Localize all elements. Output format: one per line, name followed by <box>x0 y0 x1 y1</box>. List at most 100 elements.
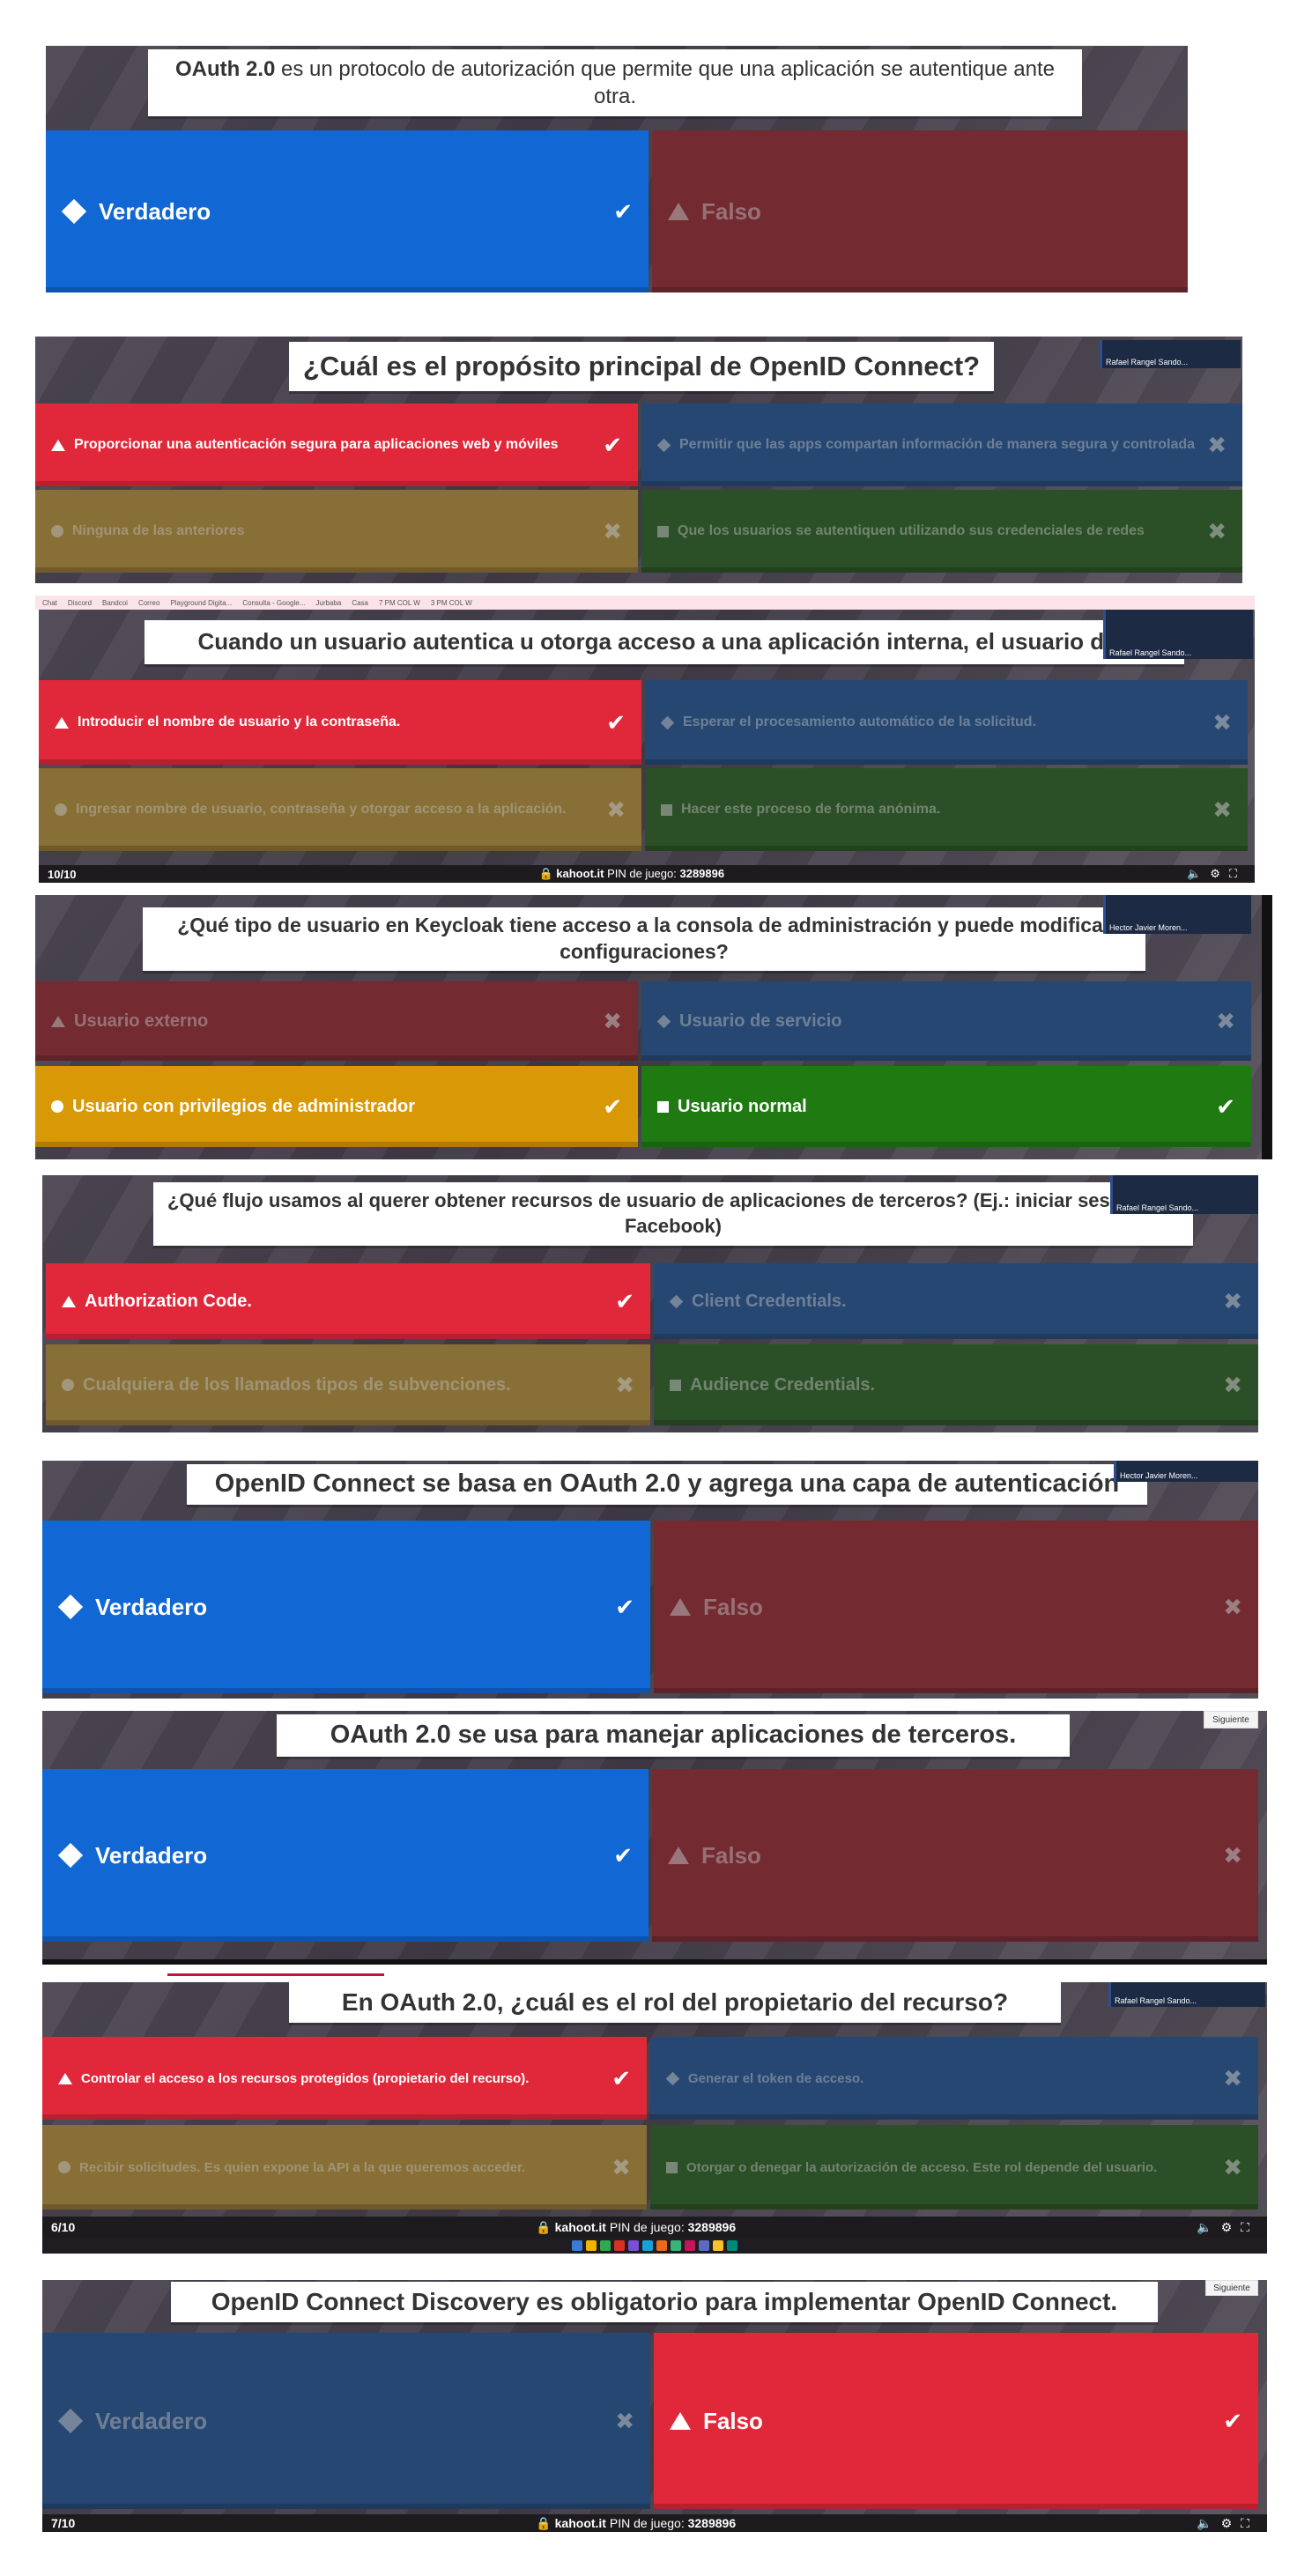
answer-false[interactable]: Falso ✖ <box>652 1769 1258 1942</box>
bookmark-item[interactable]: Bandcoi <box>102 599 128 607</box>
taskbar-app-icon[interactable] <box>727 2240 737 2251</box>
os-taskbar <box>42 2238 1267 2254</box>
diamond-icon <box>57 2408 84 2434</box>
answer-true[interactable]: Verdadero ✔ <box>42 1521 650 1693</box>
participant-camera: Hector Javier Moren... <box>1114 1461 1258 1482</box>
answer-label: Falso <box>701 1841 761 1869</box>
answer-1[interactable]: Introducir el nombre de usuario y la con… <box>39 680 641 765</box>
answer-4[interactable]: Audience Credentials. ✖ <box>654 1344 1258 1425</box>
taskbar-app-icon[interactable] <box>671 2240 681 2251</box>
player-controls[interactable]: 🔈⚙⛶ <box>1187 867 1246 881</box>
check-icon: ✔ <box>603 431 622 458</box>
answer-label: Authorization Code. <box>85 1291 252 1311</box>
answer-false[interactable]: Falso ✖ <box>654 1521 1258 1693</box>
answer-label: Client Credentials. <box>692 1291 847 1311</box>
triangle-icon <box>51 1015 65 1027</box>
bookmark-item[interactable]: Jurbaba <box>315 599 341 607</box>
answer-label: Falso <box>703 2407 763 2434</box>
answer-label: Verdadero <box>95 1593 208 1620</box>
question-counter: 7/10 <box>51 2516 76 2530</box>
answer-2[interactable]: Client Credentials. ✖ <box>654 1263 1258 1339</box>
cross-icon: ✖ <box>615 1371 634 1398</box>
cross-icon: ✖ <box>1212 708 1232 736</box>
taskbar-app-icon[interactable] <box>713 2240 723 2251</box>
answer-3[interactable]: Recibir solicitudes. Es quien expone la … <box>42 2125 647 2210</box>
participant-camera: Rafael Rangel Sando... <box>1103 610 1253 659</box>
next-button[interactable]: Siguiente <box>1204 1711 1258 1728</box>
cross-icon: ✖ <box>1223 2064 1242 2091</box>
answer-4[interactable]: Que los usuarios se autentiquen utilizan… <box>641 490 1242 573</box>
answer-true[interactable]: Verdadero ✖ <box>42 2333 650 2509</box>
answer-1[interactable]: Proporcionar una autenticación segura pa… <box>35 403 638 486</box>
answer-1[interactable]: Authorization Code. ✔ <box>46 1263 650 1339</box>
bookmark-item[interactable]: 7 PM COL W <box>379 599 420 607</box>
bookmark-item[interactable]: Discord <box>68 599 92 607</box>
cross-icon: ✖ <box>1223 1841 1242 1869</box>
answer-label: Proporcionar una autenticación segura pa… <box>74 437 559 452</box>
next-button[interactable]: Siguiente <box>1205 2280 1258 2296</box>
player-controls[interactable]: 🔈⚙⛶ <box>1197 2516 1258 2531</box>
diamond-icon <box>61 198 87 225</box>
answer-3[interactable]: Usuario con privilegios de administrador… <box>35 1066 638 1147</box>
check-icon: ✔ <box>606 708 626 736</box>
answer-2[interactable]: Permitir que las apps compartan informac… <box>641 403 1242 486</box>
question-text: Cuando un usuario autentica u otorga acc… <box>197 628 1131 655</box>
quiz-panel-5: ¿Qué flujo usamos al querer obtener recu… <box>42 1175 1258 1432</box>
question-text: ¿Qué flujo usamos al querer obtener recu… <box>167 1189 1179 1237</box>
taskbar-app-icon[interactable] <box>699 2240 709 2251</box>
answer-false[interactable]: Falso <box>652 130 1188 292</box>
taskbar-app-icon[interactable] <box>572 2240 582 2251</box>
taskbar-app-icon[interactable] <box>656 2240 667 2251</box>
bookmark-item[interactable]: Casa <box>352 599 368 607</box>
bookmark-item[interactable]: Consulta - Google... <box>242 599 305 607</box>
diamond-icon <box>665 2071 680 2085</box>
participant-camera: Rafael Rangel Sando... <box>1110 1175 1258 1214</box>
bookmark-item[interactable]: Correo <box>138 599 159 607</box>
answer-2[interactable]: Generar el token de acceso. ✖ <box>650 2037 1258 2120</box>
answer-4[interactable]: Usuario normal ✔ <box>641 1066 1251 1147</box>
diamond-icon <box>660 715 675 729</box>
question-text: ¿Qué tipo de usuario en Keycloak tiene a… <box>177 914 1111 963</box>
taskbar-app-icon[interactable] <box>642 2240 653 2251</box>
answer-label: Controlar el acceso a los recursos prote… <box>81 2070 530 2086</box>
answer-label: Ingresar nombre de usuario, contraseña y… <box>76 802 567 817</box>
answer-false[interactable]: Falso ✔ <box>654 2333 1258 2509</box>
participant-camera: Rafael Rangel Sando... <box>1108 1982 1265 2007</box>
taskbar-app-icon[interactable] <box>628 2240 639 2251</box>
bookmark-item[interactable]: Chat <box>42 599 57 607</box>
question-box: OpenID Connect Discovery es obligatorio … <box>171 2282 1158 2322</box>
square-icon <box>657 525 669 537</box>
question-text: OAuth 2.0 se usa para manejar aplicacion… <box>330 1721 1017 1750</box>
answer-3[interactable]: Ninguna de las anteriores ✖ <box>35 490 638 573</box>
bookmark-item[interactable]: Playground Digita... <box>170 599 232 607</box>
quiz-panel-9: OpenID Connect Discovery es obligatorio … <box>42 2280 1267 2514</box>
answer-2[interactable]: Esperar el procesamiento automático de l… <box>645 680 1248 765</box>
square-icon <box>666 2161 678 2173</box>
answer-label: Verdadero <box>95 2407 208 2434</box>
taskbar-app-icon[interactable] <box>586 2240 597 2251</box>
taskbar-app-icon[interactable] <box>685 2240 695 2251</box>
cross-icon: ✖ <box>1216 1007 1235 1034</box>
game-pin-info: 🔒 kahoot.it PIN de juego: 3289896 <box>536 2515 737 2530</box>
answer-true[interactable]: Verdadero ✔ <box>46 130 648 292</box>
square-icon <box>657 1100 669 1113</box>
answer-4[interactable]: Hacer este proceso de forma anónima. ✖ <box>645 768 1248 851</box>
player-controls[interactable]: 🔈⚙⛶ <box>1197 2220 1258 2235</box>
answer-4[interactable]: Otorgar o denegar la autorización de acc… <box>650 2125 1258 2210</box>
taskbar-app-icon[interactable] <box>614 2240 625 2251</box>
answer-3[interactable]: Ingresar nombre de usuario, contraseña y… <box>39 768 641 851</box>
answer-1[interactable]: Controlar el acceso a los recursos prote… <box>42 2037 647 2120</box>
taskbar-app-icon[interactable] <box>600 2240 611 2251</box>
question-box: OAuth 2.0 se usa para manejar aplicacion… <box>277 1714 1070 1757</box>
bookmark-item[interactable]: 3 PM COL W <box>431 599 472 607</box>
triangle-icon <box>670 2412 691 2430</box>
answer-3[interactable]: Cualquiera de los llamados tipos de subv… <box>46 1344 650 1425</box>
question-text: ¿Cuál es el propósito principal de OpenI… <box>302 350 981 381</box>
circle-icon <box>51 1100 63 1113</box>
answer-true[interactable]: Verdadero ✔ <box>42 1769 648 1942</box>
question-box: Cuando un usuario autentica u otorga acc… <box>145 620 1184 664</box>
answer-1[interactable]: Usuario externo ✖ <box>35 981 638 1061</box>
answer-2[interactable]: Usuario de servicio ✖ <box>641 981 1251 1061</box>
cross-icon: ✖ <box>603 517 622 544</box>
check-icon: ✔ <box>603 1092 622 1120</box>
